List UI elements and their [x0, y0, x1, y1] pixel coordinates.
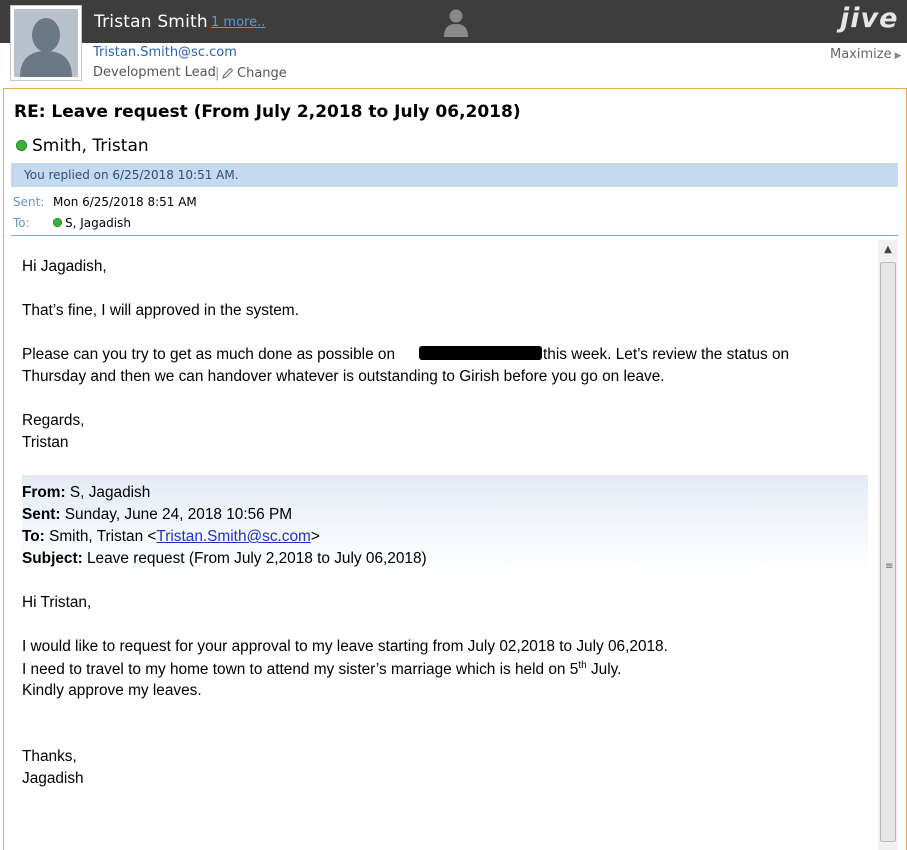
user-role: Development Lead: [93, 65, 216, 80]
separator: |: [215, 66, 220, 81]
body-line: Please can you try to get as much done a…: [22, 346, 396, 363]
more-link[interactable]: 1 more..: [211, 15, 265, 30]
body-line: Thursday and then we can handover whatev…: [22, 368, 665, 385]
scroll-up-icon[interactable]: ▲: [881, 243, 895, 257]
body-regards: Regards,: [22, 412, 85, 429]
presence-online-icon: [16, 140, 27, 151]
quoted-to: To: Smith, Tristan <Tristan.Smith@sc.com…: [22, 528, 320, 546]
quoted-line: I need to travel to my home town to atte…: [22, 660, 621, 679]
replied-info-text: You replied on 6/25/2018 10:51 AM.: [24, 168, 239, 182]
quoted-sent: Sent: Sunday, June 24, 2018 10:56 PM: [22, 506, 292, 524]
scrollbar-thumb[interactable]: ≡: [880, 262, 896, 842]
message-subject: RE: Leave request (From July 2,2018 to J…: [14, 102, 521, 122]
quoted-to-name: Smith, Tristan <: [49, 528, 157, 545]
quoted-to-email-link[interactable]: Tristan.Smith@sc.com: [156, 528, 310, 545]
replied-info-banner[interactable]: You replied on 6/25/2018 10:51 AM.: [11, 163, 898, 187]
ordinal-suffix: th: [578, 660, 587, 671]
quoted-subject: Subject: Leave request (From July 2,2018…: [22, 550, 427, 568]
avatar-silhouette-icon: [20, 18, 72, 77]
quoted-subject-label: Subject:: [22, 550, 83, 567]
sent-value: Mon 6/25/2018 8:51 AM: [53, 195, 197, 209]
person-icon[interactable]: [443, 8, 469, 42]
to-label: To:: [13, 216, 30, 230]
message-sender[interactable]: Smith, Tristan: [16, 136, 149, 156]
chevron-right-icon: ▶: [894, 51, 902, 61]
sender-name: Smith, Tristan: [32, 136, 149, 156]
change-label: Change: [237, 66, 287, 81]
to-recipient[interactable]: S, Jagadish: [53, 216, 131, 230]
pencil-icon: [222, 67, 234, 79]
maximize-label: Maximize: [830, 47, 892, 62]
sent-label: Sent:: [13, 195, 45, 209]
body-line: this week. Let’s review the status on: [543, 346, 790, 363]
quoted-line-text: I need to travel to my home town to atte…: [22, 661, 579, 679]
to-recipient-name: S, Jagadish: [65, 216, 131, 230]
quoted-to-label: To:: [22, 528, 45, 545]
user-email-link[interactable]: Tristan.Smith@sc.com: [93, 45, 237, 60]
quoted-sent-label: Sent:: [22, 506, 61, 523]
body-signature: Tristan: [22, 434, 69, 451]
avatar[interactable]: [10, 5, 82, 81]
body-greeting: Hi Jagadish,: [22, 258, 107, 275]
quoted-sent-value: Sunday, June 24, 2018 10:56 PM: [64, 506, 293, 523]
redaction-mark: [419, 346, 542, 360]
maximize-button[interactable]: Maximize ▶: [830, 47, 902, 62]
quoted-line-text: July.: [586, 661, 622, 679]
quoted-line: I would like to request for your approva…: [22, 638, 668, 655]
quoted-greeting: Hi Tristan,: [22, 594, 92, 611]
user-name: Tristan Smith: [94, 12, 208, 32]
quoted-to-close: >: [310, 528, 320, 545]
quoted-from-value: S, Jagadish: [69, 484, 151, 501]
header-divider: [11, 235, 898, 236]
quoted-thanks: Thanks,: [22, 748, 77, 765]
vertical-scrollbar[interactable]: ▲ ≡: [878, 240, 898, 850]
brand-logo: jive: [840, 3, 899, 34]
presence-online-icon: [53, 218, 62, 227]
quoted-line: Kindly approve my leaves.: [22, 682, 202, 699]
quoted-signature: Jagadish: [22, 770, 84, 787]
body-line: That’s fine, I will approved in the syst…: [22, 302, 299, 319]
quoted-from: From: S, Jagadish: [22, 484, 150, 502]
scroll-grip-icon: ≡: [885, 561, 894, 572]
quoted-subject-value: Leave request (From July 2,2018 to July …: [87, 550, 427, 567]
change-button[interactable]: Change: [222, 66, 287, 81]
quoted-from-label: From:: [22, 484, 66, 501]
